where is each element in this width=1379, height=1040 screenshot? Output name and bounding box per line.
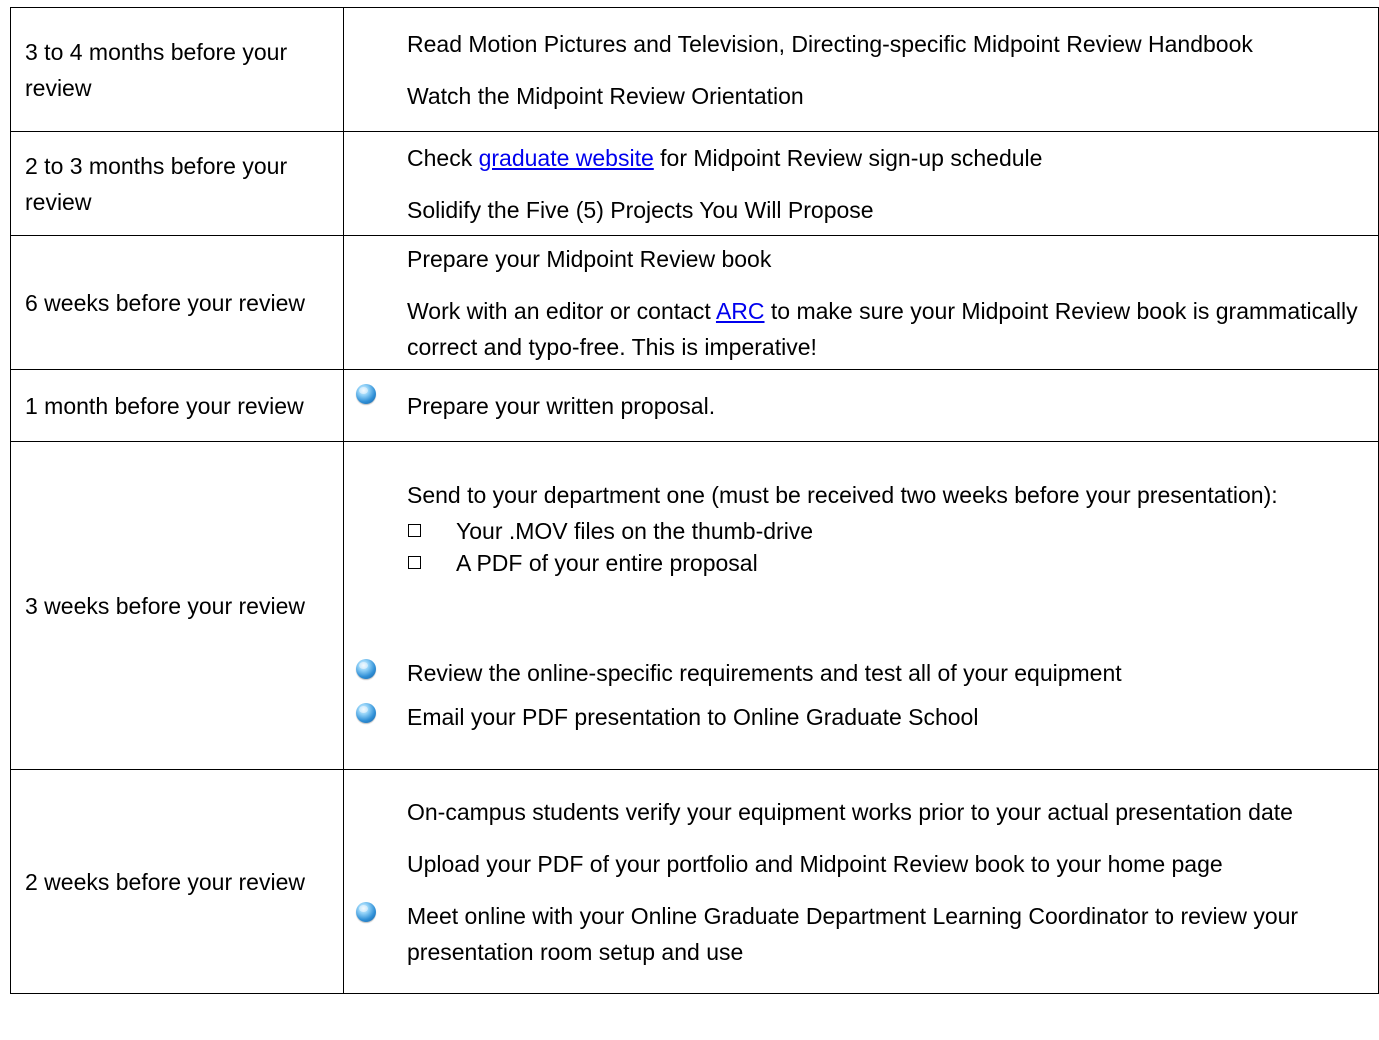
task-item: Review the online-specific requirements … <box>344 655 1370 691</box>
task-item: Check graduate website for Midpoint Revi… <box>344 140 1370 176</box>
tasks-cell: Read Motion Pictures and Television, Dir… <box>343 7 1379 132</box>
checklist-item-label: Your .MOV files on the thumb-drive <box>456 517 814 544</box>
task-item: Prepare your Midpoint Review book <box>407 245 772 272</box>
timeframe-cell: 3 weeks before your review <box>10 441 344 770</box>
table-row: 3 to 4 months before your review Read Mo… <box>10 7 1379 132</box>
task-text: Email your PDF presentation to Online Gr… <box>407 703 979 730</box>
globe-icon <box>356 383 376 404</box>
timeframe-cell: 6 weeks before your review <box>10 235 344 370</box>
checklist: Your .MOV files on the thumb-drive A PDF… <box>344 515 1370 579</box>
checklist-item: A PDF of your entire proposal <box>407 547 1370 579</box>
tasks-cell: On-campus students verify your equipment… <box>343 769 1379 994</box>
timeframe-cell: 2 weeks before your review <box>10 769 344 994</box>
task-text: Review the online-specific requirements … <box>407 659 1122 686</box>
graduate-website-link[interactable]: graduate website <box>479 145 654 171</box>
task-text: Work with an editor or contact <box>407 297 716 324</box>
timeframe-cell: 2 to 3 months before your review <box>10 131 344 236</box>
checkbox[interactable] <box>408 523 421 537</box>
table-row: 6 weeks before your review Prepare your … <box>10 235 1379 370</box>
checkbox[interactable] <box>408 555 421 569</box>
task-item: Email your PDF presentation to Online Gr… <box>344 699 1370 735</box>
tasks-cell: Prepare your written proposal. <box>343 369 1379 442</box>
task-item: Work with an editor or contact ARC to ma… <box>344 293 1370 365</box>
tasks-cell: Prepare your Midpoint Review book Work w… <box>343 235 1379 370</box>
checklist-item-label: A PDF of your entire proposal <box>456 549 758 576</box>
table-row: 3 weeks before your review Send to your … <box>10 441 1379 770</box>
table-row: 2 to 3 months before your review Check g… <box>10 131 1379 236</box>
task-item: Read Motion Pictures and Television, Dir… <box>407 30 1253 57</box>
task-text: for Midpoint Review sign-up schedule <box>653 144 1043 171</box>
task-item: On-campus students verify your equipment… <box>407 798 1293 825</box>
globe-icon <box>356 702 376 723</box>
task-text: Check <box>407 144 479 171</box>
globe-icon <box>356 658 376 679</box>
task-item: Prepare your written proposal. <box>344 383 1370 424</box>
task-item: Solidify the Five (5) Projects You Will … <box>407 196 874 223</box>
table-row: 1 month before your review Prepare your … <box>10 369 1379 442</box>
timeframe-cell: 1 month before your review <box>10 369 344 442</box>
timeframe-cell: 3 to 4 months before your review <box>10 7 344 132</box>
arc-link[interactable]: ARC <box>716 298 765 324</box>
checklist-item: Your .MOV files on the thumb-drive <box>407 515 1370 547</box>
table-row: 2 weeks before your review On-campus stu… <box>10 769 1379 994</box>
task-item: Upload your PDF of your portfolio and Mi… <box>407 850 1223 877</box>
tasks-cell: Send to your department one (must be rec… <box>343 441 1379 770</box>
midpoint-review-schedule-table: 3 to 4 months before your review Read Mo… <box>10 7 1379 994</box>
task-text: Prepare your written proposal. <box>407 392 716 419</box>
task-item: Meet online with your Online Graduate De… <box>344 898 1370 970</box>
task-item: Send to your department one (must be rec… <box>407 481 1278 508</box>
task-item: Watch the Midpoint Review Orientation <box>407 82 804 109</box>
globe-icon <box>356 901 376 922</box>
task-text: Meet online with your Online Graduate De… <box>407 902 1299 965</box>
tasks-cell: Check graduate website for Midpoint Revi… <box>343 131 1379 236</box>
